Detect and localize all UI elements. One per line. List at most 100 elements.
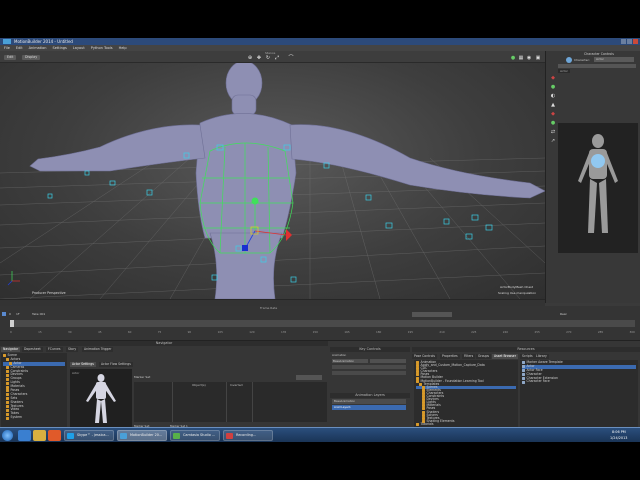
- translate-tool-icon[interactable]: ✥: [256, 55, 262, 61]
- grid-icon[interactable]: ▦: [518, 55, 524, 61]
- tab-actor-flow-settings[interactable]: Actor Flow Settings: [99, 362, 133, 367]
- time-slider-handle[interactable]: [10, 320, 14, 327]
- character-icon: [566, 57, 572, 63]
- reach-icon[interactable]: ↗: [550, 138, 556, 144]
- key-buttons-row2[interactable]: [332, 371, 406, 375]
- tab-scripts[interactable]: Scripts: [520, 354, 535, 359]
- camera-icon[interactable]: ◉: [526, 55, 532, 61]
- tab-fcurves[interactable]: FCurves: [46, 347, 63, 352]
- keying-icon[interactable]: ◆: [550, 75, 556, 81]
- folder-icon: [3, 354, 6, 358]
- tab-story[interactable]: Story: [66, 347, 79, 352]
- actor-preview[interactable]: Actor: [70, 369, 132, 427]
- scene-tree: Scene Actors Actor Cameras Constraints D…: [1, 353, 67, 428]
- maximize-icon[interactable]: [627, 39, 632, 44]
- explorer-icon[interactable]: [33, 430, 46, 441]
- tick-label: 165: [344, 330, 350, 334]
- transport-buttons[interactable]: [412, 312, 452, 317]
- asset-list-item[interactable]: Character Face: [522, 380, 636, 384]
- window-titlebar[interactable]: MotionBuilder 2014 - Untitled: [0, 38, 640, 45]
- close-icon[interactable]: [633, 39, 638, 44]
- playback-mode[interactable]: Real: [560, 312, 566, 316]
- time-slider[interactable]: [10, 320, 635, 327]
- column-header-objects: Object(s): [192, 383, 206, 387]
- taskbar: Skype™ - jessica... MotionBuilder 20... …: [0, 427, 640, 442]
- display-button[interactable]: Display: [22, 55, 41, 60]
- tree-item[interactable]: System: [3, 415, 65, 420]
- tab-groups[interactable]: Groups: [476, 354, 492, 359]
- key-buttons[interactable]: [332, 365, 406, 369]
- mirror-icon[interactable]: ⇄: [550, 129, 556, 135]
- rotate-tool-icon[interactable]: ↻: [265, 55, 271, 61]
- column-divider: [252, 382, 253, 422]
- tab-library[interactable]: Library: [534, 354, 549, 359]
- scale-tool-icon[interactable]: ⤢: [274, 55, 280, 61]
- actor-icon: [522, 365, 525, 369]
- viewer-toolbar: Edit Display Stance ⊕ ✥ ↻ ⤢ ⌒ ● ▦ ◉ ▣: [0, 51, 545, 63]
- tab-filters[interactable]: Filters: [462, 354, 476, 359]
- tab-animation-trigger[interactable]: Animation Trigger: [82, 347, 114, 352]
- animation-label: Animation: [332, 353, 347, 357]
- pin-icon[interactable]: ●: [550, 120, 556, 126]
- media-player-icon[interactable]: [48, 430, 61, 441]
- tick-label: 285: [597, 330, 604, 334]
- select-tool-icon[interactable]: ⊕: [247, 55, 253, 61]
- layer-select[interactable]: BaseAnimation: [332, 359, 368, 363]
- viewport-scene: [0, 63, 545, 299]
- 3d-viewport[interactable]: Producer Perspective ActorBodyMesh Chest…: [0, 63, 545, 299]
- character-face-icon: [522, 380, 525, 384]
- body-part-icon[interactable]: ◐: [550, 93, 556, 99]
- folder-icon: [6, 358, 9, 362]
- layer-row[interactable]: BaseAnimation: [332, 399, 406, 404]
- character-extension-icon: [522, 377, 525, 380]
- tab-dopesheet[interactable]: Dopesheet: [22, 347, 43, 352]
- asset-tree-item[interactable]: Tutorials: [416, 422, 516, 426]
- tick-label: 195: [407, 330, 414, 334]
- release-icon[interactable]: ◆: [550, 111, 556, 117]
- top-letterbox: [0, 0, 640, 38]
- asset-list: Marker Aware Template Actor Actor Face C…: [520, 360, 638, 428]
- selection-icon[interactable]: ▲: [550, 102, 556, 108]
- folder-icon: [6, 397, 9, 401]
- pivot-tool-icon[interactable]: ⌒: [288, 55, 294, 61]
- task-recording[interactable]: Recording...: [223, 430, 273, 441]
- filter-select[interactable]: [370, 359, 406, 363]
- edit-button[interactable]: Edit: [4, 55, 17, 60]
- minimize-icon[interactable]: [621, 39, 626, 44]
- marker-set-button[interactable]: [296, 375, 322, 380]
- character-select[interactable]: Actor: [594, 57, 634, 62]
- tab-properties[interactable]: Properties: [440, 354, 460, 359]
- tick-label: 255: [534, 330, 540, 334]
- layout-icon[interactable]: ▣: [535, 55, 541, 61]
- tab-navigator[interactable]: Navigator: [1, 347, 21, 352]
- task-motionbuilder[interactable]: MotionBuilder 20...: [117, 430, 167, 441]
- axis-gizmo: [7, 271, 20, 286]
- folder-icon: [6, 401, 9, 405]
- folder-icon: [6, 393, 9, 397]
- character-controls-title: Character Controls: [584, 52, 614, 56]
- clock-time[interactable]: 8:06 PM: [612, 430, 626, 434]
- tab-actor-settings[interactable]: Actor Settings: [70, 362, 96, 367]
- snap-icon[interactable]: ●: [510, 55, 516, 61]
- play-icon[interactable]: [2, 312, 6, 316]
- tab-asset-browser[interactable]: Asset Browser: [492, 354, 518, 359]
- clock-date[interactable]: 1/24/2013: [610, 436, 627, 440]
- take-selector[interactable]: Take 001: [32, 312, 45, 316]
- task-skype[interactable]: Skype™ - jessica...: [64, 430, 114, 441]
- tick-label: 60: [127, 330, 132, 334]
- column-header-inverted: Inverted: [230, 383, 243, 387]
- character-preview[interactable]: [558, 123, 638, 253]
- navigator-panel: Navigator Navigator Dopesheet FCurves St…: [0, 341, 328, 428]
- full-body-icon[interactable]: ●: [550, 84, 556, 90]
- folder-icon: [416, 373, 419, 377]
- task-camtasia[interactable]: Camtasia Studio ...: [170, 430, 220, 441]
- folder-icon: [6, 381, 9, 385]
- layer-row-selected[interactable]: AnimLayer1: [332, 405, 406, 410]
- navigator-title: Navigator: [0, 341, 328, 346]
- ie-icon[interactable]: [18, 430, 31, 441]
- start-button[interactable]: [2, 430, 13, 441]
- skype-icon: [67, 432, 74, 439]
- timeline-label: Frame Rate: [260, 306, 278, 310]
- actor-tab[interactable]: Actor: [558, 69, 570, 73]
- tab-pose-controls[interactable]: Pose Controls: [412, 354, 437, 359]
